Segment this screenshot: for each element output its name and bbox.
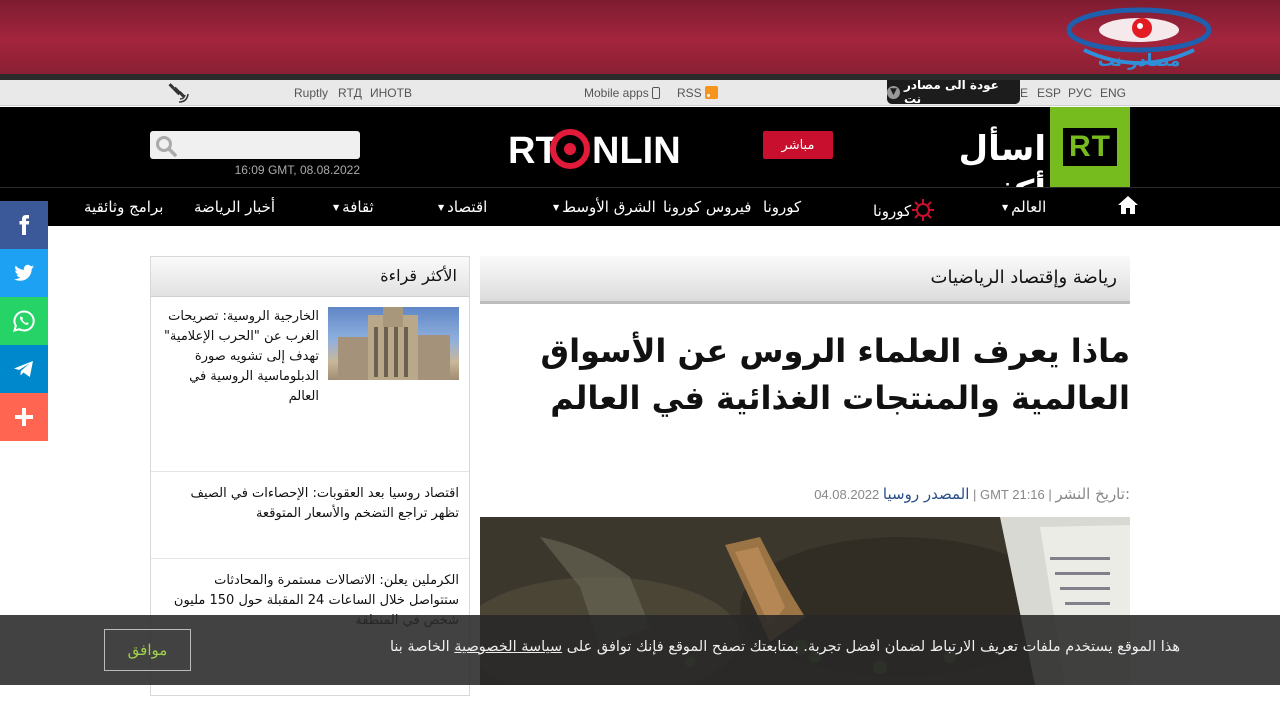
top-banner: مصادر نت	[0, 0, 1280, 74]
back-to-masader-button[interactable]: ▼ عودة الى مصادر نت	[887, 78, 1020, 106]
published-label: تاريخ النشر:	[1055, 485, 1130, 503]
article-meta: المصدر روسيا 04.08.2022 | GMT 21:16 | تا…	[480, 485, 1130, 503]
nav-culture-label: ثقافة	[342, 198, 374, 216]
telegram-icon	[14, 361, 33, 377]
cookie-text-after: الخاصة بنا	[389, 639, 450, 655]
cookie-text: هذا الموقع يستخدم ملفات تعريف الارتباط ل…	[205, 639, 1180, 655]
rss-link[interactable]: RSS	[677, 86, 718, 100]
inotv-link[interactable]: ИНОТВ	[370, 86, 412, 100]
cookie-banner: موافق هذا الموقع يستخدم ملفات تعريف الار…	[0, 615, 1280, 685]
lang-e-link[interactable]: E	[1020, 86, 1028, 100]
rt-logo-text: RT	[1063, 128, 1117, 166]
share-facebook-button[interactable]	[0, 201, 48, 249]
search-input[interactable]	[150, 131, 360, 159]
nav-covid-label: كورونا	[873, 202, 912, 220]
facebook-icon	[19, 215, 30, 235]
list-item[interactable]: اقتصاد روسيا بعد العقوبات: الإحصاءات في …	[151, 472, 469, 559]
satellite-icon[interactable]	[168, 83, 190, 103]
svg-text:مصادر نت: مصادر نت	[1098, 51, 1180, 71]
section-header: رياضة وإقتصاد الرياضيات	[480, 256, 1130, 304]
cookie-text-before: هذا الموقع يستخدم ملفات تعريف الارتباط ل…	[566, 639, 1180, 655]
nav-economy[interactable]: ▼ اقتصاد	[438, 198, 487, 216]
mobile-apps-link[interactable]: Mobile apps	[584, 86, 660, 100]
nav-covid[interactable]: كورونا	[873, 198, 935, 222]
nav-documentaries[interactable]: برامج وثائقية	[84, 198, 163, 216]
search-icon[interactable]	[155, 135, 177, 157]
list-item-text: اقتصاد روسيا بعد العقوبات: الإحصاءات في …	[190, 486, 459, 521]
chevron-down-icon: ▼	[887, 85, 900, 99]
lang-esp-link[interactable]: ESP	[1037, 86, 1061, 100]
ruptly-link[interactable]: Ruptly	[294, 86, 328, 100]
rss-label: RSS	[677, 86, 702, 100]
rss-icon	[704, 86, 718, 99]
share-whatsapp-button[interactable]	[0, 297, 48, 345]
caret-down-icon: ▼	[553, 203, 560, 212]
nav-world[interactable]: ▼ العالم	[1002, 198, 1046, 216]
plus-icon	[15, 408, 33, 426]
caret-down-icon: ▼	[1002, 203, 1009, 212]
nav-culture[interactable]: ▼ ثقافة	[333, 198, 374, 216]
mobile-apps-label: Mobile apps	[584, 86, 649, 100]
main-nav: برامج وثائقية أخبار الرياضة ▼ ثقافة ▼ اقتص…	[0, 187, 1280, 226]
nav-world-label: العالم	[1011, 198, 1047, 216]
nav-corona[interactable]: كورونا	[763, 198, 801, 216]
rtd-link[interactable]: RTД	[338, 86, 362, 100]
rt-online-logo[interactable]: RT NLINE	[508, 125, 706, 173]
masader-net-logo[interactable]: مصادر نت	[1064, 4, 1214, 72]
site-header: 16:09 GMT, 08.08.2022 RT NLINE مباشر اسأ…	[0, 107, 1280, 213]
cookie-accept-button[interactable]: موافق	[104, 629, 191, 671]
caret-down-icon: ▼	[333, 203, 340, 212]
live-button[interactable]: مباشر	[763, 131, 833, 159]
header-date: 16:09 GMT, 08.08.2022	[234, 163, 360, 177]
nav-coronavirus[interactable]: فيروس كورونا	[663, 198, 751, 216]
nav-economy-label: اقتصاد	[447, 198, 488, 216]
twitter-icon	[14, 264, 34, 281]
nav-sports[interactable]: أخبار الرياضة	[194, 198, 275, 216]
whatsapp-icon	[13, 310, 35, 332]
privacy-policy-link[interactable]: سياسة الخصوصية	[454, 639, 562, 655]
lang-rus-link[interactable]: РУС	[1068, 86, 1092, 100]
list-item[interactable]: الخارجية الروسية: تصريحات الغرب عن "الحر…	[151, 297, 469, 472]
nav-middle-east-label: الشرق الأوسط	[562, 198, 656, 216]
utility-bar: Ruptly RTД ИНОТВ Mobile apps RSS ▼ عودة …	[0, 78, 1280, 106]
share-telegram-button[interactable]	[0, 345, 48, 393]
rt-logo[interactable]: RT	[1050, 107, 1130, 187]
nav-middle-east[interactable]: ▼ الشرق الأوسط	[553, 198, 656, 216]
home-icon[interactable]	[1117, 194, 1139, 216]
share-more-button[interactable]	[0, 393, 48, 441]
mobile-phone-icon	[651, 87, 660, 99]
list-item-text: الخارجية الروسية: تصريحات الغرب عن "الحر…	[163, 309, 319, 404]
virus-icon	[911, 198, 935, 222]
news-thumbnail[interactable]	[328, 307, 459, 380]
back-label: عودة الى مصادر نت	[903, 78, 999, 106]
article-author-link[interactable]: المصدر روسيا	[883, 485, 969, 503]
svg-text:NLINE: NLINE	[592, 130, 680, 172]
share-twitter-button[interactable]	[0, 249, 48, 297]
ask-more-slogan: اسأل أكثر	[958, 129, 1046, 213]
lang-eng-link[interactable]: ENG	[1100, 86, 1126, 100]
article-title: ماذا يعرف العلماء الروس عن الأسواق العال…	[540, 332, 1130, 417]
caret-down-icon: ▼	[438, 203, 445, 212]
most-read-title: الأكثر قراءة	[151, 257, 469, 297]
